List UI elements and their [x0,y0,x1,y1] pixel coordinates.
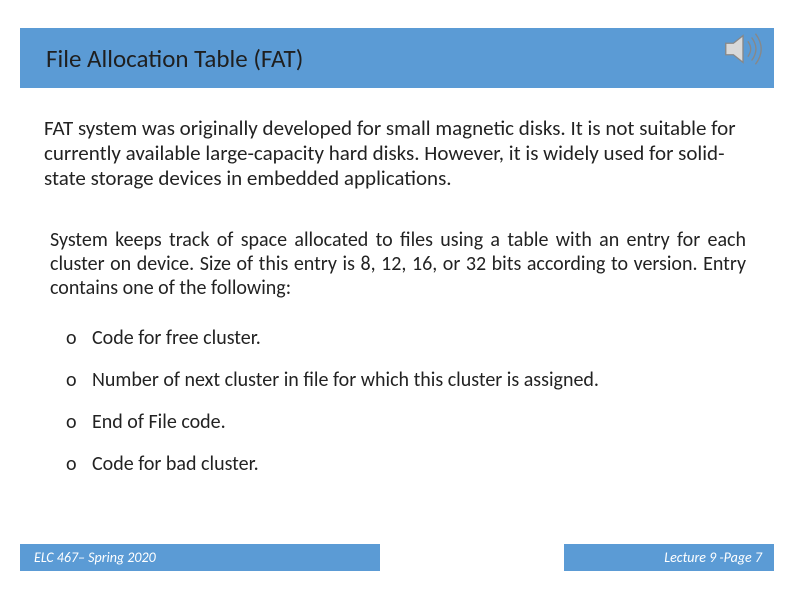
list-marker: o [66,326,92,350]
course-label: ELC 467– Spring 2020 [34,549,156,566]
list-item: o Number of next cluster in file for whi… [66,368,746,392]
list-item-text: End of File code. [92,410,226,434]
paragraph-intro: FAT system was originally developed for … [44,116,746,190]
bullet-list: o Code for free cluster. o Number of nex… [66,326,746,494]
list-item-text: Code for bad cluster. [92,452,259,476]
page-label: Lecture 9 -Page 7 [664,549,762,566]
paragraph-detail: System keeps track of space allocated to… [50,228,746,300]
footer-right: Lecture 9 -Page 7 [564,544,774,571]
list-item-text: Code for free cluster. [92,326,261,350]
list-item: o Code for free cluster. [66,326,746,350]
list-marker: o [66,452,92,476]
list-item-text: Number of next cluster in file for which… [92,368,599,392]
slide-title: File Allocation Table (FAT) [46,43,303,74]
list-item: o Code for bad cluster. [66,452,746,476]
list-item: o End of File code. [66,410,746,434]
footer-left: ELC 467– Spring 2020 [20,544,380,571]
title-bar: File Allocation Table (FAT) [20,28,774,88]
list-marker: o [66,368,92,392]
list-marker: o [66,410,92,434]
speaker-icon [720,26,766,72]
slide: File Allocation Table (FAT) FAT system w… [0,0,794,595]
